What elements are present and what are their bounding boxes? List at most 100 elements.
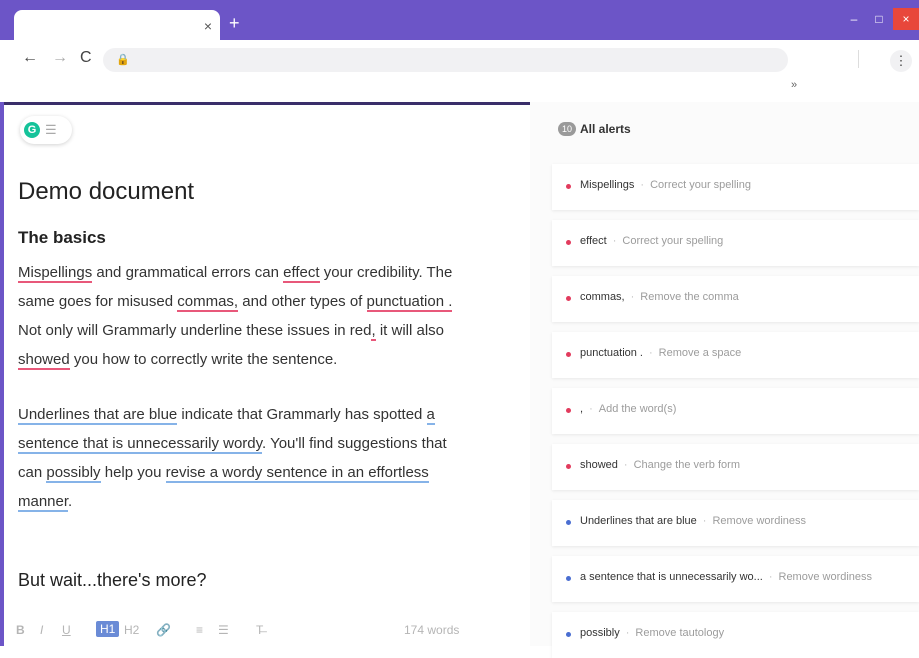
alerts-title[interactable]: All alerts [580,122,631,136]
flagged-text-blue[interactable]: manner [18,493,69,512]
alert-term: , [580,403,584,415]
address-bar[interactable] [103,48,788,72]
alert-hint: Remove the comma [640,291,739,303]
extensions-chevron-icon[interactable]: » [791,79,797,91]
text-segment: help you [100,464,166,481]
alert-card[interactable]: effect · Correct your spelling [552,220,919,266]
text-segment: . [68,493,73,510]
alert-hint: Remove tautology [635,627,725,639]
alert-separator: · [768,571,773,583]
underline-button[interactable]: U [62,623,71,637]
grammarly-logo-icon: G [24,122,40,138]
alert-card[interactable]: , · Add the word(s) [552,388,919,434]
alert-text: Underlines that are blue · Remove wordines… [580,515,806,527]
text-line: Underlines that are blue indicate that G… [18,400,518,429]
back-arrow-icon[interactable]: ← [22,49,38,67]
menu-lines-icon: ☰ [45,122,57,137]
alert-card[interactable]: Mispellings · Correct your spelling [552,164,919,210]
alert-dot-icon [566,632,571,637]
flagged-text-blue[interactable]: revise a wordy sentence in an effortless [165,464,429,483]
text-segment: indicate that Grammarly has spotted [177,406,427,423]
browser-menu-icon[interactable]: ⋮ [890,50,912,72]
browser-tab[interactable]: × [14,10,220,44]
maximize-button[interactable]: □ [868,8,890,30]
word-count[interactable]: 174 words [404,623,459,637]
alert-card[interactable]: punctuation . · Remove a space [552,332,919,378]
alert-separator: · [589,403,593,415]
alert-dot-icon [566,296,571,301]
alert-separator: · [625,627,630,639]
text-segment: can [18,464,47,481]
alert-dot-icon [566,184,571,189]
flagged-text-blue[interactable]: possibly [46,464,101,483]
bullet-list-icon[interactable]: ☰ [218,623,229,637]
flagged-text-blue[interactable]: a [426,406,435,425]
grammarly-toggle[interactable]: G ☰ [20,116,72,144]
alert-dot-icon [566,576,571,581]
alert-card[interactable]: possibly · Remove tautology [552,612,919,658]
text-segment: it will also [375,322,445,339]
alert-term: Mispellings [580,179,635,191]
flagged-text-red[interactable]: effect [283,264,320,283]
paragraph-basics[interactable]: Mispellings and grammatical errors can e… [18,258,518,374]
link-icon[interactable]: 🔗 [156,623,171,637]
paragraph-blue-underlines[interactable]: Underlines that are blue indicate that G… [18,400,518,516]
alert-hint: Correct your spelling [650,179,751,191]
alert-separator: · [649,347,653,359]
alert-text: punctuation . · Remove a space [580,347,741,359]
format-toolbar: B I U H1 H2 🔗 ≡ ☰ T̶ 174 words [14,620,484,642]
alert-dot-icon [566,520,571,525]
forward-arrow-icon[interactable]: → [52,49,68,67]
alert-card[interactable]: commas, · Remove the comma [552,276,919,322]
flagged-text-blue[interactable]: Underlines that are blue [18,406,178,425]
text-line: can possibly help you revise a wordy sen… [18,458,518,487]
section-heading-more[interactable]: But wait...there's more? [18,570,207,591]
alert-term: showed [580,459,618,471]
reload-icon[interactable]: C [80,49,92,67]
heading1-button[interactable]: H1 [96,621,120,637]
heading2-button[interactable]: H2 [124,623,139,637]
flagged-text-blue[interactable]: sentence that is unnecessarily wordy [18,435,263,454]
alert-card[interactable]: a sentence that is unnecessarily wo... · R… [552,556,919,602]
alert-card[interactable]: showed · Change the verb form [552,444,919,490]
flagged-text-red[interactable]: punctuation . [366,293,453,312]
alert-card[interactable]: Underlines that are blue · Remove wordines… [552,500,919,546]
text-segment: . You'll find suggestions that [262,435,447,452]
text-segment: your credibility. The [319,264,453,281]
alert-dot-icon [566,464,571,469]
new-tab-button[interactable]: + [229,14,240,32]
alert-separator: · [612,235,617,247]
alert-dot-icon [566,352,571,357]
alert-text: showed · Change the verb form [580,459,740,471]
close-window-button[interactable]: × [893,8,919,30]
tab-close-icon[interactable]: × [204,19,212,33]
text-segment: you how to correctly write the sentence. [69,351,338,368]
clear-format-icon[interactable]: T̶ [256,623,263,637]
alert-dot-icon [566,240,571,245]
ordered-list-icon[interactable]: ≡ [196,623,203,637]
minimize-button[interactable]: – [843,8,865,30]
alert-text: effect · Correct your spelling [580,235,723,247]
flagged-text-red[interactable]: Mispellings [18,264,93,283]
text-segment: and other types of [238,293,367,310]
browser-titlebar: × + – □ × [0,0,919,44]
bold-button[interactable]: B [16,623,25,637]
alert-separator: · [623,459,628,471]
alert-separator: · [640,179,645,191]
section-heading-basics[interactable]: The basics [18,228,106,248]
alert-text: a sentence that is unnecessarily wo... · R… [580,571,872,583]
alert-separator: · [702,515,707,527]
alert-hint: Add the word(s) [598,403,677,415]
alert-hint: Remove a space [658,347,742,359]
alert-term: possibly [580,627,620,639]
alert-text: commas, · Remove the comma [580,291,739,303]
text-line: sentence that is unnecessarily wordy. Yo… [18,429,518,458]
alert-text: , · Add the word(s) [580,403,676,415]
text-segment: same goes for misused [18,293,178,310]
document-title[interactable]: Demo document [18,178,194,206]
alert-term: commas, [580,291,625,303]
alert-term: effect [580,235,607,247]
italic-button[interactable]: I [40,623,43,637]
flagged-text-red[interactable]: commas, [177,293,239,312]
flagged-text-red[interactable]: showed [18,351,70,370]
